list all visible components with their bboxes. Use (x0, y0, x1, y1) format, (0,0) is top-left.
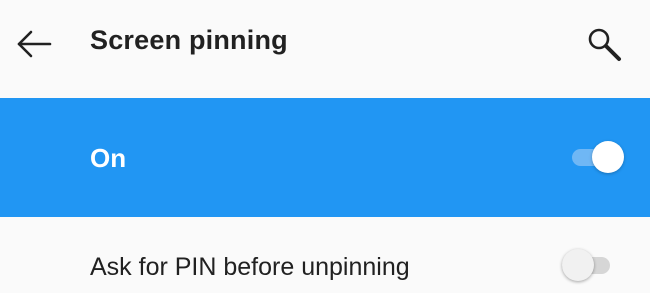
ask-pin-row[interactable]: Ask for PIN before unpinning (0, 217, 650, 293)
main-switch-row[interactable]: On (0, 98, 650, 217)
back-button[interactable] (12, 22, 56, 66)
page-title: Screen pinning (90, 25, 288, 55)
main-toggle-switch[interactable] (570, 139, 626, 175)
arrow-left-icon (17, 30, 52, 58)
app-bar: Screen pinning (0, 0, 650, 98)
switch-thumb (562, 249, 594, 281)
screen-pinning-settings: Screen pinning On Ask for PIN before unp… (0, 0, 650, 293)
ask-pin-toggle-switch[interactable] (560, 247, 616, 283)
ask-pin-label: Ask for PIN before unpinning (90, 253, 410, 281)
switch-thumb (592, 141, 624, 173)
search-button[interactable] (580, 20, 630, 70)
search-icon (588, 28, 621, 61)
main-switch-label: On (90, 143, 127, 173)
